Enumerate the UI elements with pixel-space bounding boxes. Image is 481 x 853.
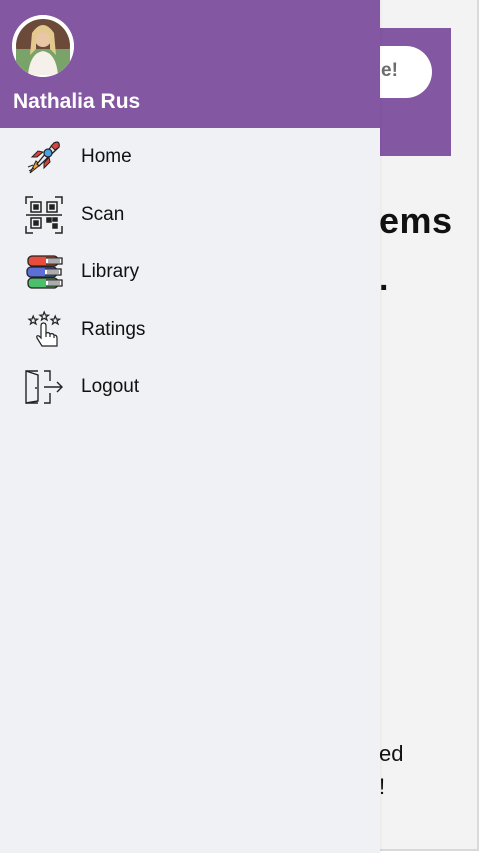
- tap-stars-icon: [24, 310, 64, 350]
- menu-item-home[interactable]: Home: [0, 130, 380, 180]
- user-name: Nathalia Rus: [13, 90, 141, 113]
- menu-label-library: Library: [81, 261, 140, 282]
- app-screen: e! ems . ed ! Nathalia Rus Home Scan Lib…: [0, 0, 481, 853]
- menu-label-logout: Logout: [81, 376, 140, 397]
- menu-label-scan: Scan: [81, 204, 125, 225]
- menu-label-home: Home: [81, 146, 132, 167]
- navigation-drawer: Nathalia Rus Home Scan Library Ratings L…: [0, 0, 380, 853]
- menu-item-library[interactable]: Library: [0, 245, 380, 295]
- background-footer-line-1: ed: [379, 741, 404, 766]
- menu-item-ratings[interactable]: Ratings: [0, 303, 380, 353]
- avatar[interactable]: [12, 15, 74, 77]
- menu-label-ratings: Ratings: [81, 319, 146, 340]
- logout-door-icon: [24, 367, 64, 407]
- background-subheading: .: [379, 260, 389, 298]
- books-icon: [24, 252, 64, 292]
- rocket-icon: [24, 137, 64, 177]
- menu-item-logout[interactable]: Logout: [0, 360, 380, 410]
- menu-item-scan[interactable]: Scan: [0, 188, 380, 238]
- background-heading: ems: [379, 200, 453, 241]
- qr-code-icon: [24, 195, 64, 235]
- background-banner-button-text: e!: [381, 60, 398, 81]
- drawer-header: Nathalia Rus: [0, 0, 380, 128]
